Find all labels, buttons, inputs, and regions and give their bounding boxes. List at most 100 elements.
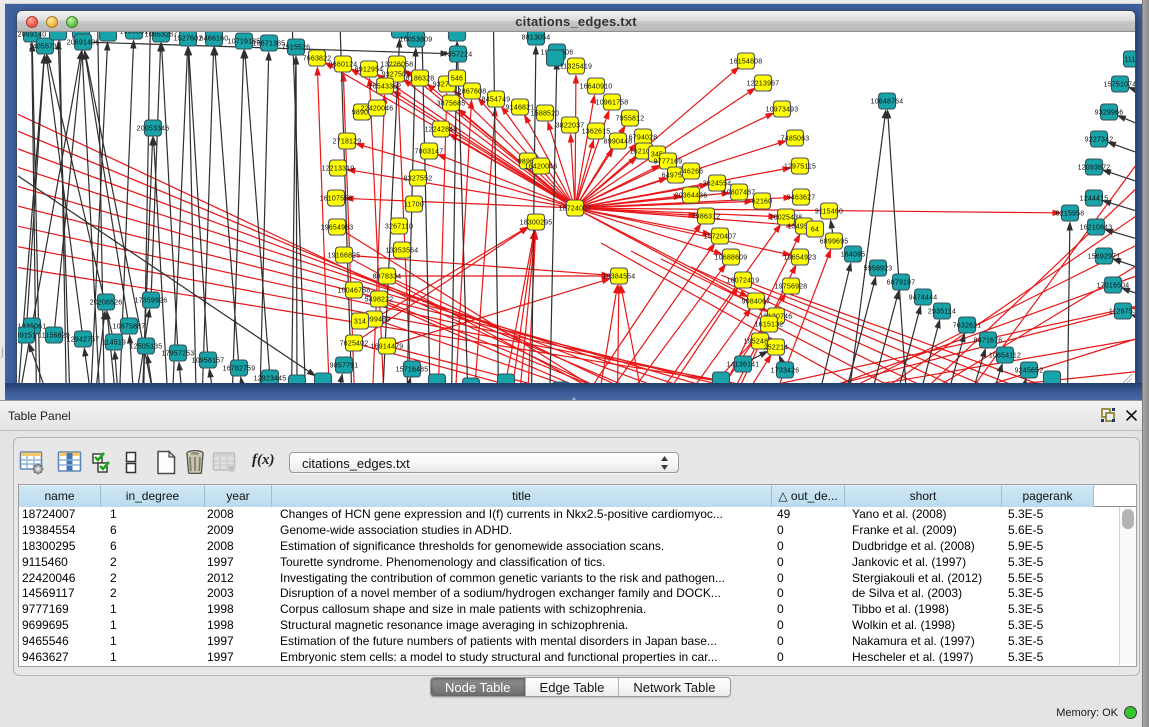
table-row[interactable]: 1938455462009Genome-wide association stu… (19, 523, 1120, 539)
table-panel-titlebar[interactable]: Table Panel (0, 400, 1142, 431)
scrollbar-thumb[interactable] (1122, 509, 1134, 529)
table-row[interactable]: 1456911722003Disruption of a novel membe… (19, 586, 1120, 602)
graph-node-label: 9245652 (1015, 367, 1044, 374)
graph-node-label: 1126753 (1109, 308, 1135, 315)
table-cell: 2 (101, 586, 205, 602)
table-row[interactable]: 946362711997Embryonic stem cells: a mode… (19, 650, 1120, 666)
unselect-all-icon[interactable] (124, 449, 138, 475)
graph-node-label: 18724007 (559, 205, 592, 212)
graph-node-label: 7357224 (444, 51, 473, 58)
graph-node-label: 8454749 (482, 96, 511, 103)
table-row[interactable]: 1872400712008Changes of HCN gene express… (19, 507, 1120, 523)
node-table: namein_degreeyeartitle△ out_de...shortpa… (18, 484, 1137, 667)
column-header-name[interactable]: name (19, 485, 101, 507)
table-cell: 5.3E-5 (1002, 618, 1094, 634)
column-header-short[interactable]: short (845, 485, 1002, 507)
close-panel-icon[interactable] (1125, 409, 1138, 422)
table-cell: 1 (101, 618, 205, 634)
float-panel-icon[interactable] (1101, 408, 1116, 423)
graph-node-label: 7663822 (303, 55, 332, 62)
graph-node-label: 19384554 (603, 273, 636, 280)
graph-node-label: 16107556 (320, 195, 353, 202)
graph-node-label: 19654963 (321, 224, 354, 231)
table-cell: 1 (101, 507, 205, 523)
table-row[interactable]: 969969511998Structural magnetic resonanc… (19, 618, 1120, 634)
table-row[interactable]: 1830029562008Estimation of significance … (19, 539, 1120, 555)
column-settings-icon[interactable] (19, 449, 45, 475)
table-cell: 49 (772, 507, 845, 523)
graph-node-label: 11700 (404, 201, 424, 208)
graph-node-label: 2069140 (18, 32, 46, 38)
tab-edge-table[interactable]: Edge Table (526, 678, 620, 696)
column-header-pagerank[interactable]: pagerank (1002, 485, 1094, 507)
graph-node-label: 10654112 (989, 352, 1021, 359)
tab-network-table[interactable]: Network Table (619, 678, 729, 696)
graph-node-label: 9329966 (1095, 109, 1124, 116)
graph-node-label: 18072419 (727, 277, 760, 284)
table-cell: 22420046 (19, 571, 101, 587)
select-column-icon[interactable] (57, 449, 83, 475)
graph-node-label: 8186328 (406, 75, 435, 82)
graph-node[interactable] (100, 32, 117, 41)
memory-ok-indicator[interactable] (1124, 706, 1137, 719)
table-cell: 2 (101, 555, 205, 571)
column-header-year[interactable]: year (205, 485, 272, 507)
graph-node-label: 10648764 (871, 98, 904, 105)
table-cell: Estimation of significance thresholds fo… (272, 539, 772, 555)
new-column-icon[interactable] (154, 449, 178, 476)
graph-node-label: 17359926 (135, 297, 168, 304)
table-cell: 5.6E-5 (1002, 523, 1094, 539)
graph-node-label: 16914479 (371, 343, 404, 350)
graph-node-label: 12213319 (322, 165, 355, 172)
network-canvas[interactable]: 2069140140557122069140619053311065328715… (18, 32, 1135, 387)
graph-node-label: 546 (451, 75, 463, 82)
graph-node-label: 6899695 (820, 238, 849, 245)
network-window-titlebar[interactable]: citations_edges.txt (17, 11, 1135, 32)
delete-table-icon[interactable] (212, 449, 238, 475)
graph-node-label: 15720407 (704, 233, 737, 240)
table-select-combobox[interactable]: citations_edges.txt (289, 452, 679, 473)
graph-node-label: 16420046 (525, 163, 558, 170)
table-cell: Jankovic et al. (1997) (845, 555, 1002, 571)
network-view-window[interactable]: citations_edges.txt 20691401405571220691… (16, 10, 1136, 388)
combobox-value: citations_edges.txt (302, 456, 410, 471)
table-cell: Tibbo et al. (1998) (845, 602, 1002, 618)
graph-node-label: 8878334 (373, 273, 402, 280)
graph-node-label: 16782759 (223, 365, 256, 372)
graph-node-label: 12505135 (130, 343, 163, 350)
delete-column-icon[interactable] (183, 449, 207, 476)
graph-node-label: 2935114 (928, 308, 956, 315)
table-cell: 1997 (205, 555, 272, 571)
graph-node-label: 252214 (764, 344, 789, 351)
graph-node[interactable] (50, 32, 67, 40)
table-cell: 1 (101, 602, 205, 618)
graph-node-label: 10975887 (113, 323, 146, 330)
table-type-tabs: Node TableEdge TableNetwork Table (430, 677, 731, 697)
table-toolbar: f(x) citations_edges.txt (14, 449, 1139, 479)
table-cell: 5.3E-5 (1002, 555, 1094, 571)
table-cell: 9465546 (19, 634, 101, 650)
table-panel-content: f(x) citations_edges.txt namein_degreeye… (0, 432, 1142, 727)
graph-node-label: 7955812 (616, 115, 645, 122)
table-row[interactable]: 946554611997Estimation of the future num… (19, 634, 1120, 650)
select-all-icon[interactable] (91, 449, 113, 475)
table-cell: 1998 (205, 618, 272, 634)
graph-node-label: 13353564 (386, 247, 419, 254)
column-header-in_degree[interactable]: in_degree (101, 485, 205, 507)
graph-node-label: 16154808 (730, 58, 763, 65)
table-cell: 0 (772, 602, 845, 618)
table-row[interactable]: 911546021997Tourette syndrome. Phenomeno… (19, 555, 1120, 571)
tab-node-table[interactable]: Node Table (431, 678, 526, 696)
table-row[interactable]: 977716911998Corpus callosum shape and si… (19, 602, 1120, 618)
graph-node[interactable] (449, 32, 466, 41)
graph-node-label: 6466160 (200, 35, 229, 42)
table-vertical-scrollbar[interactable] (1119, 507, 1136, 665)
column-header-out_de[interactable]: △ out_de... (772, 485, 845, 507)
table-row[interactable]: 2242004622012Investigating the contribut… (19, 571, 1120, 587)
graph-node-label: 16671385 (253, 40, 286, 47)
table-cell: 14569117 (19, 586, 101, 602)
graph-node-label: 8215958 (1056, 210, 1085, 217)
function-builder-icon[interactable]: f(x) (252, 452, 280, 469)
table-cell: Hescheler et al. (1997) (845, 650, 1002, 666)
column-header-title[interactable]: title (272, 485, 772, 507)
